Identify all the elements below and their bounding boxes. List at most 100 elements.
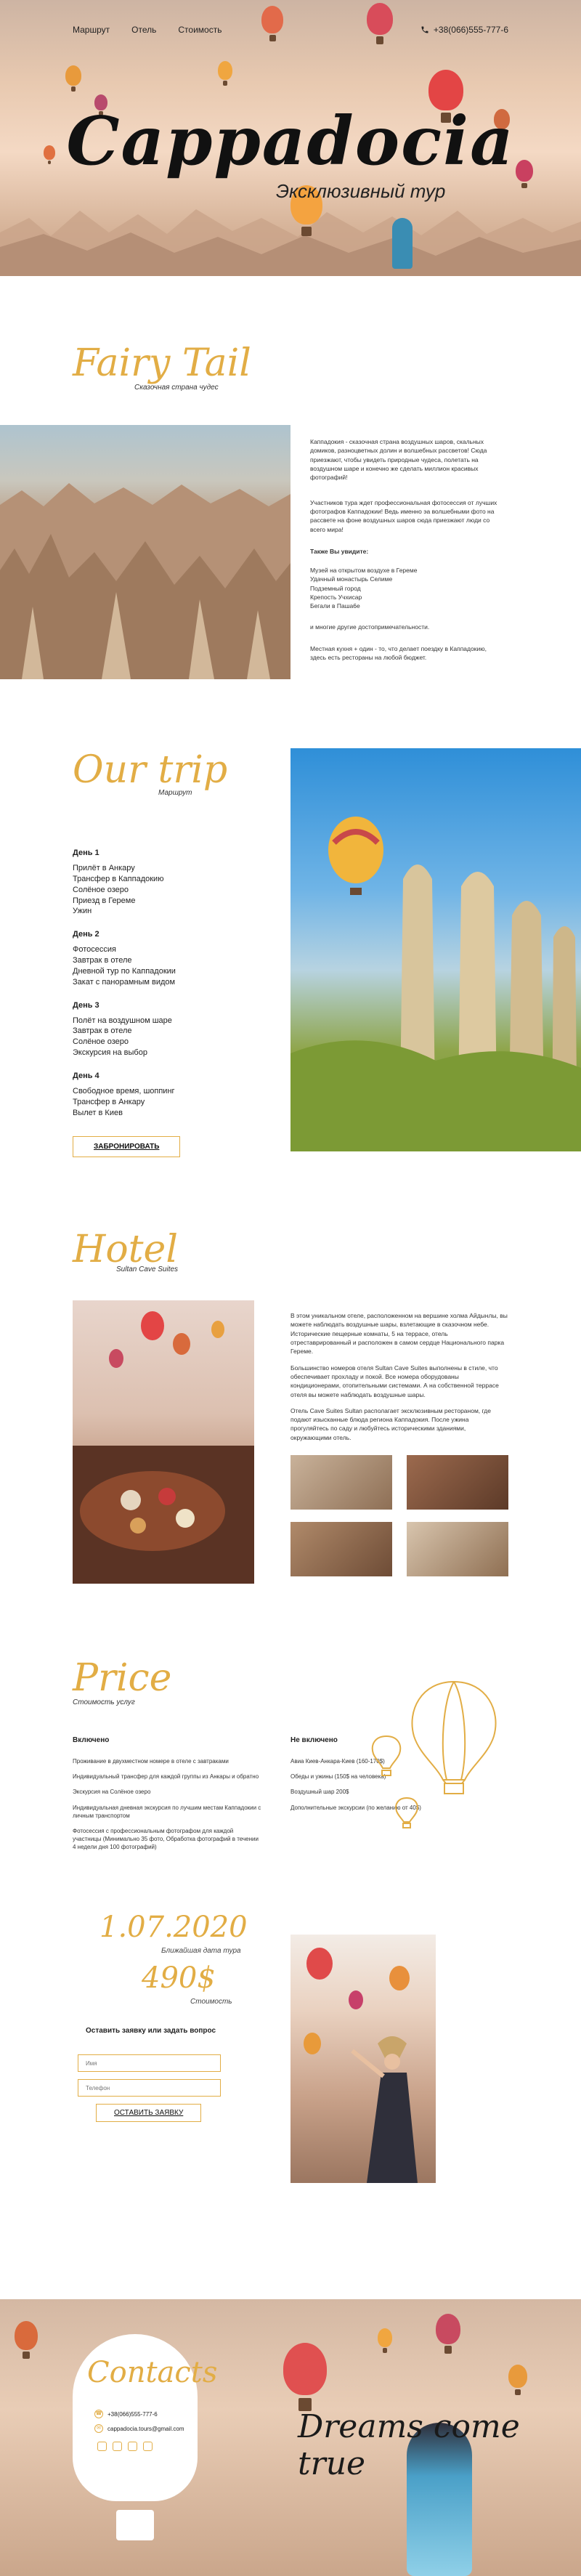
fairy-section: Fairy Tail Сказочная страна чудес Каппад… <box>0 341 581 690</box>
contacts-email[interactable]: ✉ cappadocia.tours@gmail.com <box>94 2424 184 2433</box>
trip-item: Трансфер в Каппадокию <box>73 874 164 883</box>
balloon-outline-icon <box>371 1680 497 1828</box>
trip-item: Завтрак в отеле <box>73 1026 132 1036</box>
hotel-room-photo <box>290 1455 392 1510</box>
phone-icon: ☎ <box>94 2410 103 2418</box>
trip-itinerary: День 1 Прилёт в Анкару Трансфер в Каппад… <box>73 835 261 1157</box>
fairy-rocks-illustration <box>0 483 290 679</box>
trip-item: Закат с панорамным видом <box>73 977 176 987</box>
hotel-paragraph-1: В этом уникальном отеле, расположенном н… <box>290 1312 508 1356</box>
youtube-icon[interactable] <box>128 2442 137 2451</box>
social-links <box>97 2442 153 2451</box>
tour-price-caption: Стоимость <box>190 1998 232 2006</box>
hero-subtitle: Эксклюзивный тур <box>276 180 446 202</box>
contacts-email-address: cappadocia.tours@gmail.com <box>107 2425 184 2432</box>
email-icon: ✉ <box>94 2424 103 2433</box>
trip-day-label: День 2 <box>73 930 99 939</box>
trip-item: Вылет в Киев <box>73 1108 123 1117</box>
trip-day-label: День 3 <box>73 1000 99 1010</box>
trip-item: Трансфер в Анкару <box>73 1097 145 1106</box>
trip-item: Полёт на воздушном шаре <box>73 1016 172 1025</box>
trip-rocks-illustration <box>290 817 581 1151</box>
contacts-phone[interactable]: ☎ +38(066)555-777-6 <box>94 2410 158 2418</box>
hero-woman-figure <box>392 218 413 269</box>
trip-section: Our trip Маршрут День 1 Прилёт в Анкару … <box>0 748 581 1157</box>
hotel-paragraph-2: Большинство номеров отеля Sultan Cave Su… <box>290 1364 499 1398</box>
main-nav: Маршрут Отель Стоимость <box>73 25 222 35</box>
booking-image <box>290 1935 436 2183</box>
hotel-title: Hotel <box>73 1228 178 1271</box>
trip-day-label: День 1 <box>73 848 99 857</box>
nav-link-price[interactable]: Стоимость <box>178 25 222 35</box>
fairy-text: Каппадокия - сказочная страна воздушных … <box>310 437 503 663</box>
contacts-slogan: Dreams come true <box>298 2408 520 2482</box>
price-tagline: Стоимость услуг <box>73 1698 135 1706</box>
trip-day-label: День 4 <box>73 1071 99 1080</box>
fairy-paragraph-2: Участников тура ждет профессиональная фо… <box>310 498 497 533</box>
included-item: Индивидуальный трансфер для каждой групп… <box>73 1773 259 1781</box>
hero-title: Cappadocia <box>66 102 515 180</box>
hotel-room-photo <box>407 1455 508 1510</box>
included-item: Проживание в двухместном номере в отеле … <box>73 1758 229 1765</box>
contacts-phone-number: +38(066)555-777-6 <box>107 2410 158 2418</box>
hotel-text: В этом уникальном отеле, расположенном н… <box>290 1311 508 1442</box>
hero-section: Маршрут Отель Стоимость +38(066)555-777-… <box>0 0 581 276</box>
trip-item: Солёное озеро <box>73 1037 129 1047</box>
fairy-see-item: Удачный монастырь Селиме <box>310 575 393 583</box>
hotel-main-image <box>73 1300 254 1584</box>
nav-link-hotel[interactable]: Отель <box>131 25 156 35</box>
fairy-paragraph-3: и многие другие достопримечательности. <box>310 623 430 631</box>
trip-item: Солёное озеро <box>73 885 129 894</box>
book-button[interactable]: ЗАБРОНИРОВАТЬ <box>73 1135 181 1157</box>
trip-item: Фотосессия <box>73 945 116 955</box>
trip-item: Ужин <box>73 907 92 916</box>
trip-tagline: Маршрут <box>158 789 192 797</box>
phone-input[interactable] <box>78 2079 221 2097</box>
fairy-see-title: Также Вы увидите: <box>310 547 369 555</box>
contacts-card-basket <box>116 2510 154 2540</box>
trip-item: Экскурсия на выбор <box>73 1048 147 1058</box>
contacts-title: Contacts <box>87 2356 218 2389</box>
price-section: Price Стоимость услуг Включено Проживани… <box>0 1656 581 1889</box>
hotel-breakfast-illustration <box>73 1311 254 1584</box>
hotel-room-photo <box>290 1522 392 1576</box>
hotel-room-photo <box>407 1522 508 1576</box>
fairy-image <box>0 425 290 679</box>
hotel-section: Hotel Sultan Cave Suites В этом уникальн… <box>0 1228 581 1605</box>
tour-date-caption: Ближайшая дата тура <box>161 1947 241 1955</box>
submit-button[interactable]: ОСТАВИТЬ ЗАЯВКУ <box>96 2104 202 2122</box>
hotel-tagline: Sultan Cave Suites <box>116 1265 179 1273</box>
header-phone[interactable]: +38(066)555-777-6 <box>420 25 508 35</box>
trip-image <box>290 748 581 1151</box>
fairy-tagline: Сказочная страна чудес <box>134 384 219 392</box>
fairy-see-item: Музей на открытом воздухе в Гереме <box>310 567 418 575</box>
booking-woman-illustration <box>304 1948 418 2183</box>
fairy-see-item: Крепость Учхисар <box>310 594 362 602</box>
fairy-paragraph-1: Каппадокия - сказочная страна воздушных … <box>310 438 487 482</box>
phone-icon <box>421 26 428 33</box>
fairy-title: Fairy Tail <box>73 341 251 385</box>
trip-item: Завтрак в отеле <box>73 956 132 965</box>
included-list: Включено Проживание в двухместном номере… <box>73 1736 261 1852</box>
telegram-icon[interactable] <box>143 2442 153 2451</box>
included-item: Экскурсия на Солёное озеро <box>73 1789 151 1796</box>
booking-section: 1.07.2020 Ближайшая дата тура 490$ Стоим… <box>0 1911 581 2201</box>
header-phone-number: +38(066)555-777-6 <box>433 25 508 35</box>
form-title: Оставить заявку или задать вопрос <box>86 2027 216 2035</box>
fairy-see-item: Подземный город <box>310 584 361 592</box>
tour-price: 490$ <box>142 1961 216 1995</box>
facebook-icon[interactable] <box>113 2442 122 2451</box>
tour-date: 1.07.2020 <box>99 1911 248 1944</box>
contacts-section: Contacts ☎ +38(066)555-777-6 ✉ cappadoci… <box>0 2299 581 2576</box>
nav-link-route[interactable]: Маршрут <box>73 25 110 35</box>
included-item: Индивидуальная дневная экскурсия по лучш… <box>73 1804 261 1819</box>
included-item: Фотосессия с профессиональным фотографом… <box>73 1827 259 1851</box>
fairy-see-item: Бегали в Паша6е <box>310 602 360 610</box>
trip-title: Our trip <box>73 748 228 792</box>
price-title: Price <box>73 1656 172 1700</box>
trip-item: Приезд в Гереме <box>73 896 136 905</box>
trip-item: Дневной тур по Каппадокии <box>73 966 176 976</box>
instagram-icon[interactable] <box>97 2442 107 2451</box>
name-input[interactable] <box>78 2054 221 2072</box>
hotel-paragraph-3: Отель Cave Suites Sultan располагает экс… <box>290 1406 491 1441</box>
